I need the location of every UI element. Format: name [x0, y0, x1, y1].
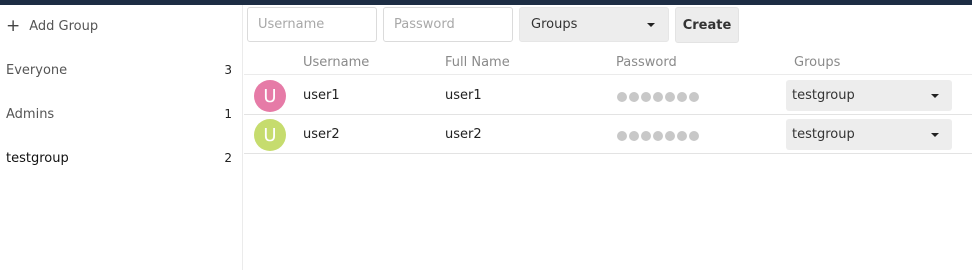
- password-dot: [689, 92, 699, 102]
- avatar: U: [254, 80, 286, 112]
- password-dot: [641, 92, 651, 102]
- group-count: 2: [224, 151, 232, 165]
- new-user-groups-select[interactable]: Groups: [519, 7, 669, 42]
- table-row: U user2 user2 testgroup: [244, 115, 972, 154]
- password-dot: [629, 131, 639, 141]
- password-dot: [617, 131, 627, 141]
- sidebar-group-testgroup[interactable]: testgroup 2: [0, 136, 243, 180]
- add-group-button[interactable]: + Add Group: [6, 17, 98, 35]
- user-groups-value: testgroup: [792, 88, 855, 103]
- new-username-input[interactable]: [247, 7, 377, 42]
- add-group-label: Add Group: [29, 18, 99, 34]
- password-dot: [689, 131, 699, 141]
- password-dot: [617, 92, 627, 102]
- plus-icon: +: [6, 15, 21, 36]
- column-header-username: Username: [303, 55, 370, 70]
- table-row: U user1 user1 testgroup: [244, 76, 972, 115]
- caret-down-icon: [931, 93, 939, 98]
- group-name: Everyone: [6, 62, 68, 78]
- username-cell: user1: [303, 88, 340, 103]
- column-header-password: Password: [616, 55, 677, 70]
- avatar: U: [254, 119, 286, 151]
- group-count: 3: [224, 63, 232, 77]
- groups-select-label: Groups: [531, 17, 578, 32]
- sidebar-group-everyone[interactable]: Everyone 3: [0, 48, 243, 92]
- group-count: 1: [224, 107, 232, 121]
- caret-down-icon: [931, 132, 939, 137]
- user-groups-select[interactable]: testgroup: [786, 119, 952, 150]
- group-name: Admins: [6, 106, 55, 122]
- password-dot: [653, 131, 663, 141]
- new-password-input[interactable]: [383, 7, 513, 42]
- password-dot: [653, 92, 663, 102]
- column-header-groups: Groups: [794, 55, 841, 70]
- user-groups-value: testgroup: [792, 127, 855, 142]
- password-dot: [641, 131, 651, 141]
- sidebar: + Add Group Everyone 3 Admins 1 testgrou…: [0, 5, 243, 270]
- fullname-cell[interactable]: user1: [445, 88, 482, 103]
- password-dot: [677, 92, 687, 102]
- password-dot: [665, 131, 675, 141]
- user-groups-select[interactable]: testgroup: [786, 80, 952, 111]
- password-field[interactable]: [617, 92, 699, 102]
- password-dot: [629, 92, 639, 102]
- column-header-fullname: Full Name: [445, 55, 510, 70]
- caret-down-icon: [647, 22, 655, 27]
- password-dot: [677, 131, 687, 141]
- create-user-button[interactable]: Create: [675, 7, 739, 43]
- password-dot: [665, 92, 675, 102]
- username-cell: user2: [303, 127, 340, 142]
- password-field[interactable]: [617, 131, 699, 141]
- fullname-cell[interactable]: user2: [445, 127, 482, 142]
- group-name: testgroup: [6, 150, 69, 166]
- user-table-header: Username Full Name Password Groups: [244, 50, 972, 75]
- sidebar-group-admins[interactable]: Admins 1: [0, 92, 243, 136]
